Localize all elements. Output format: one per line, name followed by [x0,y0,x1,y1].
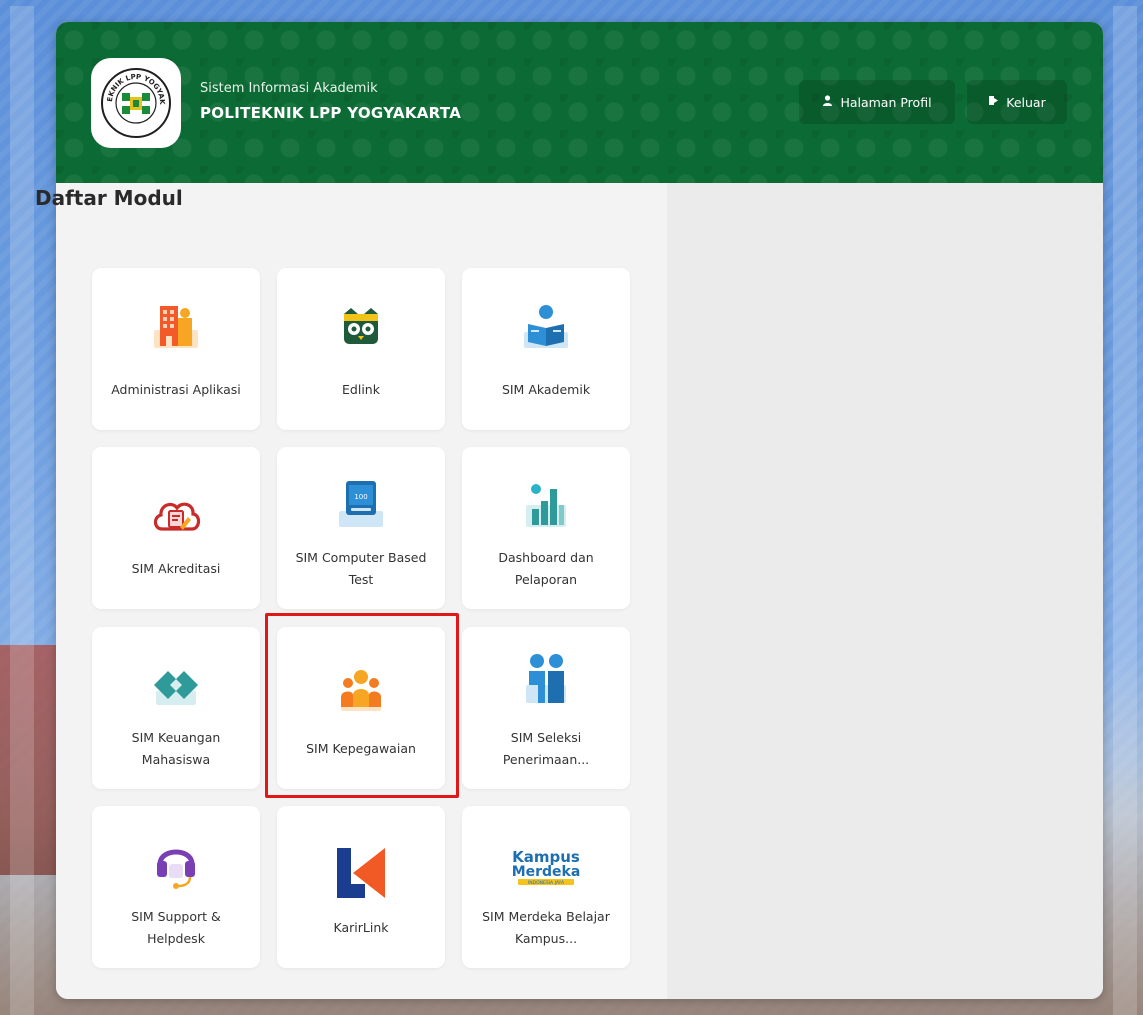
module-label: SIM Seleksi Penerimaan... [502,730,590,767]
section-title: Daftar Modul [35,186,183,210]
module-label: SIM Computer Based Test [295,550,427,587]
module-label: KarirLink [333,920,389,935]
diamond-icon [146,655,206,715]
module-tile-sim-merdeka-belajar-kampus[interactable]: Kampus Merdeka INDONESIA JAYA SIM Merdek… [462,806,630,968]
module-label: SIM Akreditasi [131,561,221,576]
module-label: SIM Support & Helpdesk [131,909,221,946]
headset-icon [146,834,206,894]
institution-logo: POLITEKNIK LPP YOGYAKARTA [91,58,181,148]
svg-text:100: 100 [354,493,367,501]
user-icon [822,95,833,109]
module-tile-sim-kepegawaian[interactable]: SIM Kepegawaian [277,627,445,789]
module-tile-edlink[interactable]: Edlink [277,268,445,430]
side-panel [667,183,1103,999]
module-tile-dashboard-dan-pelaporan[interactable]: Dashboard dan Pelaporan [462,447,630,609]
logout-icon [988,95,999,109]
karirlink-logo-icon [331,842,391,902]
logo-emblem-icon: POLITEKNIK LPP YOGYAKARTA [99,66,171,138]
module-label: SIM Akademik [501,382,591,397]
module-tile-sim-akademik[interactable]: SIM Akademik [462,268,630,430]
reader-icon [516,296,576,356]
module-tile-sim-seleksi-penerimaan[interactable]: SIM Seleksi Penerimaan... [462,627,630,789]
header: POLITEKNIK LPP YOGYAKARTA Sistem Informa… [56,22,1103,183]
module-label: SIM Keuangan Mahasiswa [131,730,221,767]
computer-test-icon: 100 [331,475,391,535]
module-tile-sim-akreditasi[interactable]: SIM Akreditasi [92,447,260,609]
header-title: POLITEKNIK LPP YOGYAKARTA [200,104,462,122]
bar-chart-icon [516,475,576,535]
module-label: Edlink [342,382,380,397]
employees-icon [331,663,391,723]
profile-button[interactable]: Halaman Profil [799,80,955,124]
selection-people-icon [516,651,576,711]
svg-text:INDONESIA JAYA: INDONESIA JAYA [528,880,565,886]
module-tile-sim-keuangan-mahasiswa[interactable]: SIM Keuangan Mahasiswa [92,627,260,789]
module-tile-administrasi-aplikasi[interactable]: Administrasi Aplikasi [92,268,260,430]
owl-icon [331,296,391,356]
header-subtitle: Sistem Informasi Akademik [200,81,378,96]
logout-button-label: Keluar [1006,94,1046,110]
module-tile-karirlink[interactable]: KarirLink [277,806,445,968]
profile-button-label: Halaman Profil [840,94,932,110]
building-icon [146,296,206,356]
svg-text:Merdeka: Merdeka [512,864,581,880]
logout-button[interactable]: Keluar [967,80,1067,124]
kampus-merdeka-logo-icon: Kampus Merdeka INDONESIA JAYA [506,844,586,904]
module-tile-sim-support-helpdesk[interactable]: SIM Support & Helpdesk [92,806,260,968]
cloud-document-icon [146,485,206,545]
module-label: SIM Kepegawaian [306,741,416,756]
module-tile-sim-computer-based-test[interactable]: 100 SIM Computer Based Test [277,447,445,609]
module-label: Dashboard dan Pelaporan [498,550,594,587]
module-label: Administrasi Aplikasi [111,382,241,397]
module-label: SIM Merdeka Belajar Kampus... [482,909,610,946]
